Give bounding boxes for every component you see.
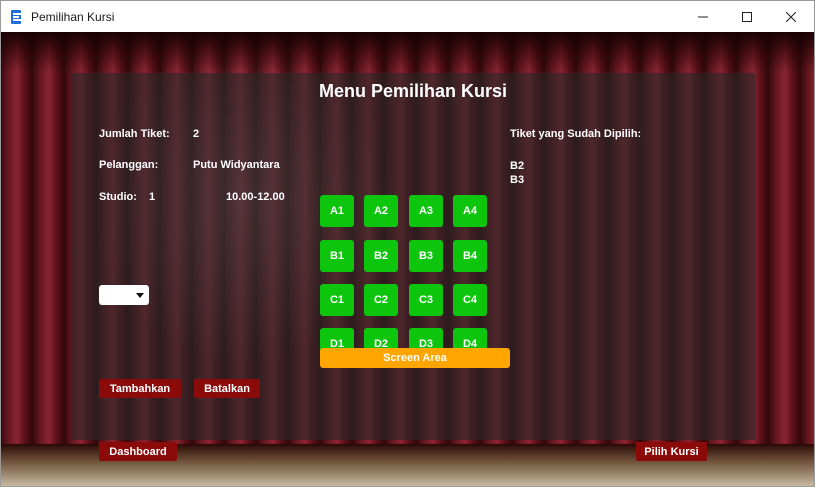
screen-area: Screen Area bbox=[320, 348, 510, 368]
maximize-icon bbox=[742, 11, 752, 22]
seat-a4[interactable]: A4 bbox=[453, 195, 487, 227]
seat-b4[interactable]: B4 bbox=[453, 240, 487, 272]
chevron-down-icon bbox=[136, 293, 144, 298]
showtime-value: 10.00-12.00 bbox=[226, 191, 285, 203]
seat-dropdown[interactable] bbox=[99, 285, 149, 305]
seat-c2[interactable]: C2 bbox=[364, 284, 398, 316]
pilih-kursi-button[interactable]: Pilih Kursi bbox=[636, 442, 707, 461]
pelanggan-label: Pelanggan: bbox=[99, 159, 159, 171]
jumlah-tiket-value: 2 bbox=[193, 128, 200, 140]
close-button[interactable] bbox=[768, 1, 814, 32]
close-icon bbox=[786, 11, 796, 22]
seat-b1[interactable]: B1 bbox=[320, 240, 354, 272]
curtain-top bbox=[1, 32, 814, 72]
seat-b2[interactable]: B2 bbox=[364, 240, 398, 272]
studio-value: 1 bbox=[149, 191, 156, 203]
seat-c4[interactable]: C4 bbox=[453, 284, 487, 316]
selected-tickets-list: B2 B3 bbox=[510, 159, 524, 187]
seat-selection-panel: Menu Pemilihan Kursi Jumlah Tiket: 2 Pel… bbox=[71, 73, 755, 461]
studio-label: Studio: bbox=[99, 191, 137, 203]
selected-tickets-label: Tiket yang Sudah Dipilih: bbox=[510, 128, 642, 140]
jumlah-tiket-label: Jumlah Tiket: bbox=[99, 128, 170, 140]
maximize-button[interactable] bbox=[724, 1, 770, 32]
minimize-icon bbox=[698, 16, 708, 17]
seat-c1[interactable]: C1 bbox=[320, 284, 354, 316]
minimize-button[interactable] bbox=[680, 1, 726, 32]
seat-a3[interactable]: A3 bbox=[409, 195, 443, 227]
batalkan-button[interactable]: Batalkan bbox=[194, 379, 260, 398]
seat-a1[interactable]: A1 bbox=[320, 195, 354, 227]
window-title: Pemilihan Kursi bbox=[31, 10, 115, 24]
title-bar: Pemilihan Kursi bbox=[1, 1, 814, 32]
list-item: B2 bbox=[510, 160, 525, 172]
seat-c3[interactable]: C3 bbox=[409, 284, 443, 316]
seat-b3[interactable]: B3 bbox=[409, 240, 443, 272]
seat-a2[interactable]: A2 bbox=[364, 195, 398, 227]
dashboard-button[interactable]: Dashboard bbox=[99, 442, 177, 461]
page-title: Menu Pemilihan Kursi bbox=[318, 81, 508, 101]
app-window: Pemilihan Kursi Menu Pemilihan Kursi Jum… bbox=[0, 0, 815, 487]
list-item: B3 bbox=[510, 174, 525, 186]
tambahkan-button[interactable]: Tambahkan bbox=[99, 379, 181, 398]
app-icon bbox=[10, 9, 24, 25]
pelanggan-value: Putu Widyantara bbox=[193, 159, 280, 171]
theater-background: Menu Pemilihan Kursi Jumlah Tiket: 2 Pel… bbox=[1, 32, 814, 486]
